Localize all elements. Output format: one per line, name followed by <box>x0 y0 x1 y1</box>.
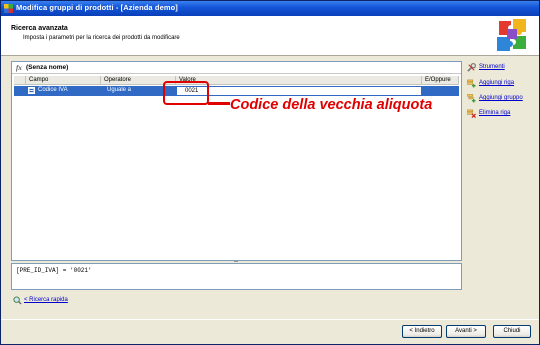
add-group-icon <box>467 94 476 103</box>
filter-grid-panel: fx (Senza nome) Campo Operatore Valore E… <box>11 61 462 262</box>
delete-row-tool[interactable]: Elimina riga <box>467 109 539 119</box>
title-bar[interactable]: Modifica gruppi di prodotti - [Azienda d… <box>1 1 539 16</box>
filter-name[interactable]: (Senza nome) <box>26 64 68 71</box>
annotation-connector <box>208 102 230 105</box>
add-row-icon <box>467 79 476 88</box>
value-input[interactable]: 0021 <box>176 86 422 96</box>
column-header-indicator <box>14 76 26 85</box>
andor-cell[interactable] <box>422 86 459 96</box>
page-title: Ricerca avanzata <box>11 25 68 32</box>
delete-row-link[interactable]: Elimina riga <box>479 110 510 116</box>
column-header-valore[interactable]: Valore <box>176 76 422 85</box>
column-header-campo[interactable]: Campo <box>26 76 101 85</box>
add-row-tool[interactable]: Aggiungi riga <box>467 79 539 89</box>
close-button[interactable]: Chiudi <box>493 325 531 338</box>
add-group-link[interactable]: Aggiungi gruppo <box>479 95 523 101</box>
next-button[interactable]: Avanti > <box>446 325 486 338</box>
column-header-e-oppure[interactable]: E/Oppure <box>422 76 459 85</box>
fx-icon: fx <box>16 64 22 72</box>
tools-title[interactable]: Strumenti <box>467 63 539 73</box>
field-icon <box>28 87 35 94</box>
puzzle-pieces-icon <box>497 19 526 51</box>
wrench-icon <box>467 63 476 72</box>
row-indicator[interactable] <box>14 86 26 96</box>
magnifier-icon <box>13 296 22 305</box>
annotation-text: Codice della vecchia aliquota <box>230 97 433 113</box>
footer-divider <box>1 319 539 320</box>
back-button[interactable]: < Indietro <box>402 325 442 338</box>
app-window: Modifica gruppi di prodotti - [Azienda d… <box>0 0 540 345</box>
delete-row-icon <box>467 109 476 118</box>
field-value: Codice IVA <box>38 87 68 93</box>
puzzle-icon <box>4 4 13 13</box>
quick-search-link[interactable]: < Ricerca rapida <box>24 297 68 303</box>
expression-panel: [PRE_ID_IVA] = '0021' <box>11 263 462 290</box>
wizard-header: Ricerca avanzata Imposta i parametri per… <box>1 16 539 56</box>
table-row[interactable]: Codice IVA Uguale a 0021 <box>14 86 459 96</box>
page-subtitle: Imposta i parametri per la ricerca dei p… <box>23 35 180 41</box>
filter-header: fx (Senza nome) <box>12 62 461 74</box>
tools-title-label[interactable]: Strumenti <box>479 64 505 70</box>
annotation-highlight <box>163 81 209 105</box>
filter-expression: [PRE_ID_IVA] = '0021' <box>16 267 92 274</box>
window-title: Modifica gruppi di prodotti - [Azienda d… <box>16 3 178 12</box>
add-row-link[interactable]: Aggiungi riga <box>479 80 514 86</box>
add-group-tool[interactable]: Aggiungi gruppo <box>467 94 539 104</box>
field-cell[interactable]: Codice IVA <box>26 86 101 96</box>
